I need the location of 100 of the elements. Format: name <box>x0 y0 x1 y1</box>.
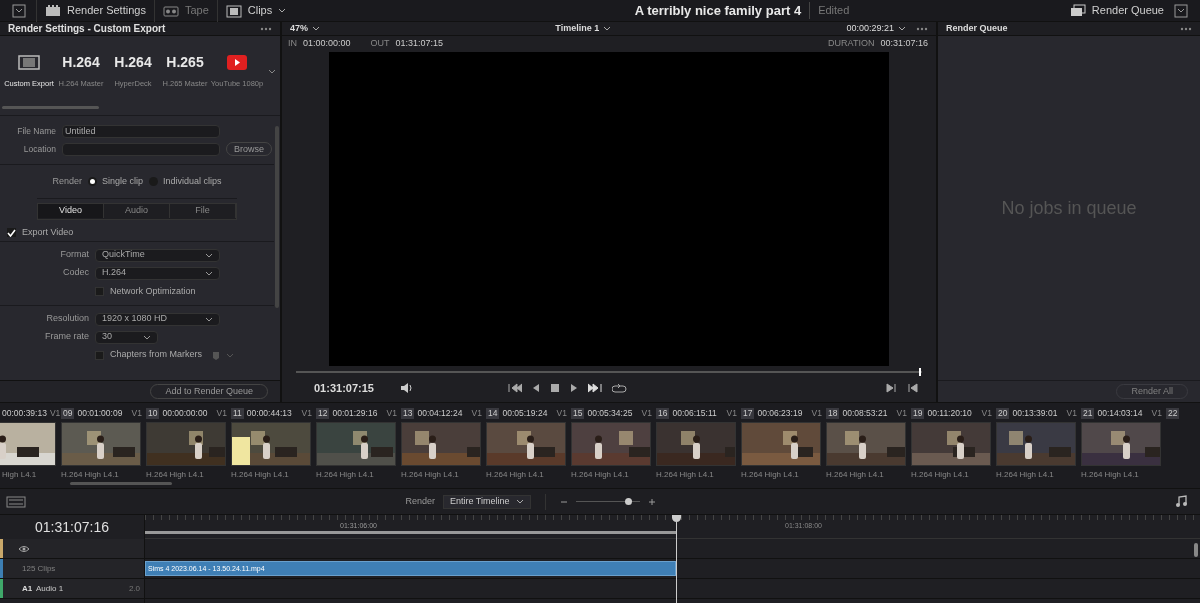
more-icon[interactable] <box>260 26 272 31</box>
render-queue-button[interactable]: Render Queue <box>1069 2 1164 19</box>
track-label: V1 <box>811 407 822 420</box>
play-icon[interactable] <box>569 383 578 393</box>
caret-icon <box>226 352 235 358</box>
clip-codec: H.264 High L4.1 <box>911 469 970 481</box>
dropdown[interactable]: 30 <box>95 330 158 344</box>
clip-timecode: 00:00:00:00 <box>162 407 209 420</box>
playhead-marker[interactable] <box>918 368 921 376</box>
audio-channels: 2.0 <box>128 582 141 595</box>
track-label: V1 <box>131 407 142 420</box>
track-name: Audio 1 <box>36 582 65 595</box>
field-label: Frame rate <box>44 330 89 344</box>
previous-clip-icon[interactable] <box>908 383 918 393</box>
render-label: Render <box>52 174 82 188</box>
clip-number: 20 <box>996 408 1010 419</box>
clip-timecode: 00:00:44:13 <box>246 407 293 420</box>
project-title: A terribly nice family part 4 <box>634 1 802 20</box>
workspace-button[interactable]: Tape <box>153 0 217 22</box>
dropdown[interactable]: 1920 x 1080 HD <box>95 312 220 326</box>
dropdown[interactable]: QuickTime <box>95 248 220 262</box>
field-label: Resolution <box>45 312 89 326</box>
collapse-icon[interactable] <box>12 3 26 18</box>
render-mode-dropdown[interactable]: Entire Timeline <box>443 494 531 509</box>
location-field[interactable] <box>62 142 220 156</box>
caret-icon <box>312 26 320 31</box>
music-note-icon[interactable] <box>1175 495 1188 508</box>
tab[interactable]: Audio <box>104 204 170 218</box>
codec-label: H.264 <box>114 52 152 72</box>
clip-codec: H.264 High L4.1 <box>146 469 205 481</box>
in-label: IN <box>288 37 297 51</box>
track-id: A1 <box>21 582 34 595</box>
track-label: V1 <box>556 407 567 420</box>
checkbox-option[interactable]: Export Video <box>0 224 274 242</box>
stop-icon[interactable] <box>549 383 560 393</box>
clip-number: 16 <box>656 408 670 419</box>
clip-timecode: 00:08:53:21 <box>842 407 889 420</box>
codec-label: H.265 <box>166 52 204 72</box>
clip-timecode: 00:06:15:11 <box>672 407 718 420</box>
clip-timecode: 00:06:23:19 <box>757 407 804 420</box>
collapse-icon[interactable] <box>1174 3 1188 18</box>
zoom-slider[interactable] <box>575 497 640 506</box>
tab[interactable]: Video <box>38 204 104 218</box>
radio-option[interactable]: Individual clips <box>149 174 222 189</box>
checkbox-option[interactable]: Chapters from Markers <box>0 346 274 364</box>
workspace-button[interactable]: Render Settings <box>36 0 154 22</box>
tab[interactable]: File <box>170 204 236 218</box>
out-label: OUT <box>370 37 390 51</box>
timecode-dropdown[interactable]: 00:00:29:21 <box>846 21 906 36</box>
caret-icon <box>278 7 287 14</box>
checkbox[interactable] <box>95 350 104 360</box>
track-label: V1 <box>471 407 482 420</box>
clip-number: 22 <box>1166 408 1180 419</box>
clip-timecode: 00:05:34:25 <box>587 407 634 420</box>
zoom-in-icon[interactable] <box>647 497 656 506</box>
file-name-field[interactable]: Untitled <box>62 124 220 138</box>
track-label: V1 <box>386 407 397 420</box>
checkbox-option[interactable]: Network Optimization <box>0 282 274 306</box>
volume-icon[interactable] <box>400 382 412 394</box>
duration-timecode: 00:31:07:16 <box>880 37 928 51</box>
track-label: V1 <box>1151 407 1162 420</box>
film-icon <box>18 53 40 71</box>
clip-timecode: 00:13:39:01 <box>1012 407 1059 420</box>
checkbox[interactable] <box>95 287 104 296</box>
clip-timecode: 00:01:29:16 <box>332 407 379 420</box>
dropdown[interactable]: H.264 <box>95 266 220 280</box>
clip-codec: H.264 High L4.1 <box>571 469 630 481</box>
clapper-icon <box>45 3 61 18</box>
clip-codec: H.264 High L4.1 <box>656 469 715 481</box>
more-icon[interactable] <box>1180 26 1192 31</box>
eye-icon[interactable] <box>18 544 30 553</box>
track-label: V1 <box>216 407 227 420</box>
radio-option[interactable]: Single clip <box>88 174 143 189</box>
track-label: V1 <box>981 407 992 420</box>
queue-icon <box>1069 4 1086 17</box>
clip-timecode: 00:05:19:24 <box>502 407 549 420</box>
play-reverse-icon[interactable] <box>531 383 540 393</box>
loop-icon[interactable] <box>611 382 627 394</box>
caret-icon[interactable] <box>268 67 276 75</box>
clip-codec: H.264 High L4.1 <box>316 469 375 481</box>
clip-codec: H.264 High L4.1 <box>741 469 800 481</box>
clip-timecode: 00:04:12:24 <box>417 407 464 420</box>
skip-back-icon[interactable] <box>507 383 522 393</box>
clip-codec: H.264 High L4.1 <box>1081 469 1140 481</box>
skip-forward-icon[interactable] <box>587 383 602 393</box>
more-icon[interactable] <box>916 26 928 31</box>
render-label: Render <box>405 494 435 508</box>
playhead[interactable] <box>672 515 681 603</box>
zoom-out-icon[interactable] <box>559 498 568 505</box>
scrollbar-thumb[interactable] <box>1194 543 1198 557</box>
clips-icon <box>225 3 242 18</box>
field-label: Location <box>22 142 56 156</box>
scrubber-track[interactable] <box>296 368 922 376</box>
track-label: V1 <box>641 407 652 420</box>
timeline-dropdown[interactable]: Timeline 1 <box>320 21 847 36</box>
workspace-button[interactable]: Clips <box>216 0 295 22</box>
field-label: Format <box>59 248 89 262</box>
next-clip-icon[interactable] <box>886 383 896 393</box>
slider-thumb[interactable] <box>625 497 632 505</box>
zoom-dropdown[interactable]: 47% <box>290 21 320 36</box>
